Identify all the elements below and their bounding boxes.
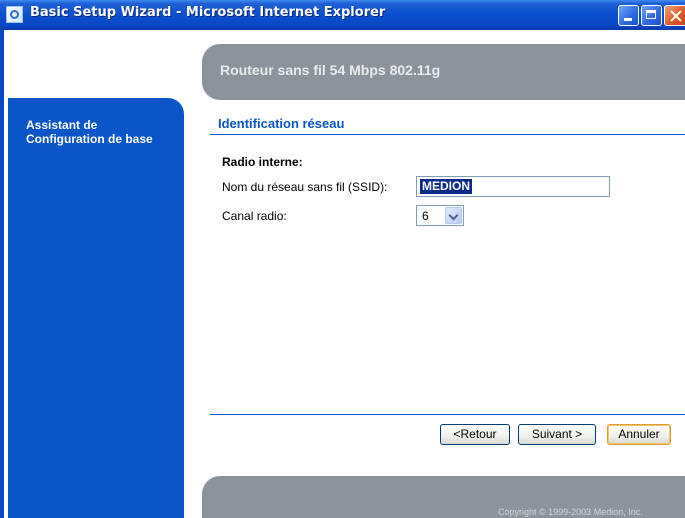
internet-explorer-icon (6, 6, 23, 23)
browser-window: Basic Setup Wizard - Microsoft Internet … (0, 0, 685, 518)
ssid-value: MEDION (420, 179, 472, 194)
back-button[interactable]: <Retour (440, 424, 510, 445)
section-title: Identification réseau (218, 116, 345, 131)
page-title: Routeur sans fil 54 Mbps 802.11g (220, 62, 441, 78)
minimize-button[interactable] (618, 5, 639, 26)
copyright-text: Copyright © 1999-2003 Medion, Inc. (498, 507, 643, 517)
ssid-input[interactable]: MEDION (416, 176, 610, 197)
maximize-button[interactable] (641, 5, 662, 26)
next-button[interactable]: Suivant > (518, 424, 596, 445)
ssid-label: Nom du réseau sans fil (SSID): (222, 180, 388, 194)
sidebar-item-basic-setup: Assistant de Configuration de base (26, 118, 153, 146)
channel-select[interactable]: 6 (416, 205, 464, 226)
channel-value: 6 (422, 209, 429, 223)
footer-divider (210, 414, 685, 415)
chevron-down-icon[interactable] (445, 207, 462, 224)
title-bar[interactable]: Basic Setup Wizard - Microsoft Internet … (0, 0, 685, 30)
window-title: Basic Setup Wizard - Microsoft Internet … (30, 5, 386, 20)
sidebar (8, 98, 184, 518)
subsection-label: Radio interne: (222, 155, 303, 169)
section-divider (210, 134, 685, 135)
close-button[interactable] (664, 5, 685, 26)
channel-label: Canal radio: (222, 209, 287, 223)
page-content: Routeur sans fil 54 Mbps 802.11g Assista… (4, 30, 685, 518)
cancel-button[interactable]: Annuler (607, 424, 671, 445)
